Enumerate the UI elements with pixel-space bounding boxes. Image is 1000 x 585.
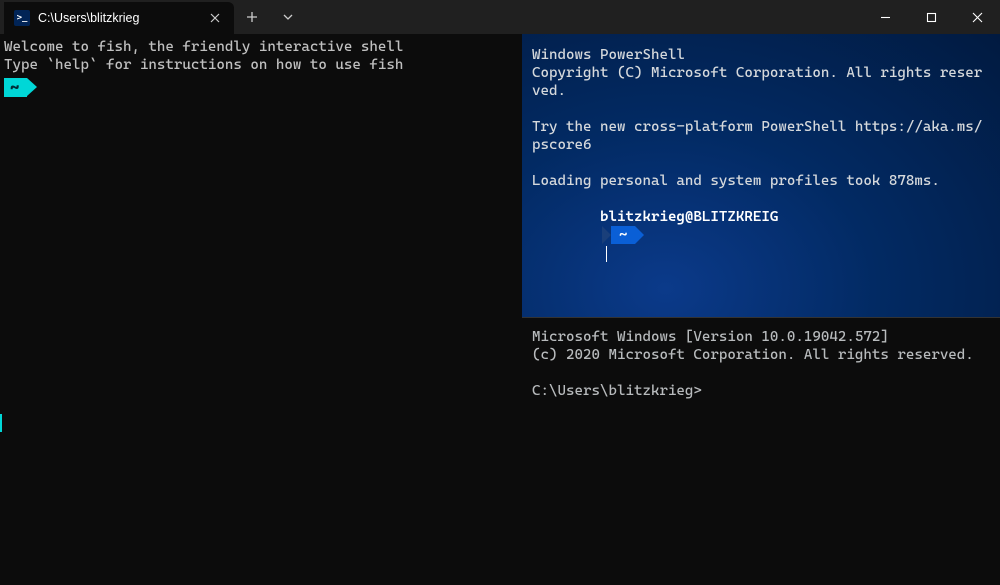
ps-prompt-user: blitzkrieg@BLITZKREIG	[600, 209, 778, 225]
cmd-banner-line2: (c) 2020 Microsoft Corporation. All righ…	[532, 346, 990, 364]
pane-fish[interactable]: Welcome to fish, the friendly interactiv…	[0, 34, 522, 585]
chevron-right-icon	[635, 226, 644, 244]
cmd-prompt: C:\Users\blitzkrieg>	[532, 382, 990, 400]
pane-cmd[interactable]: Microsoft Windows [Version 10.0.19042.57…	[522, 317, 1000, 585]
titlebar-drag-area[interactable]	[306, 0, 862, 34]
new-tab-button[interactable]	[234, 0, 270, 34]
titlebar: >_ C:\Users\blitzkrieg	[0, 0, 1000, 34]
ps-banner-line2: Copyright (C) Microsoft Corporation. All…	[532, 64, 990, 100]
cmd-banner-line1: Microsoft Windows [Version 10.0.19042.57…	[532, 328, 990, 346]
fish-welcome-line1: Welcome to fish, the friendly interactiv…	[4, 38, 518, 56]
ps-banner-line1: Windows PowerShell	[532, 46, 990, 64]
ps-banner-line3: Try the new cross-platform PowerShell ht…	[532, 118, 990, 154]
fish-prompt: ~	[4, 78, 37, 97]
fish-prompt-arrow-icon	[27, 78, 37, 96]
fish-welcome-line2: Type `help` for instructions on how to u…	[4, 56, 518, 74]
pane-powershell[interactable]: Windows PowerShell Copyright (C) Microso…	[522, 34, 1000, 317]
chevron-right-icon	[602, 226, 611, 244]
close-button[interactable]	[954, 0, 1000, 34]
terminal-panes: Welcome to fish, the friendly interactiv…	[0, 34, 1000, 585]
fish-pane-cursor-indicator	[0, 414, 2, 432]
minimize-button[interactable]	[862, 0, 908, 34]
fish-prompt-dir: ~	[4, 78, 27, 97]
tab-active[interactable]: >_ C:\Users\blitzkrieg	[4, 2, 234, 34]
ps-prompt: blitzkrieg@BLITZKREIG ~	[532, 190, 990, 280]
powershell-icon: >_	[14, 10, 30, 26]
ps-prompt-dir: ~	[611, 226, 636, 244]
maximize-button[interactable]	[908, 0, 954, 34]
ps-banner-line4: Loading personal and system profiles too…	[532, 172, 990, 190]
tab-close-button[interactable]	[206, 9, 224, 27]
ps-cursor	[606, 246, 608, 262]
tab-dropdown-button[interactable]	[270, 0, 306, 34]
tab-title: C:\Users\blitzkrieg	[38, 11, 198, 25]
